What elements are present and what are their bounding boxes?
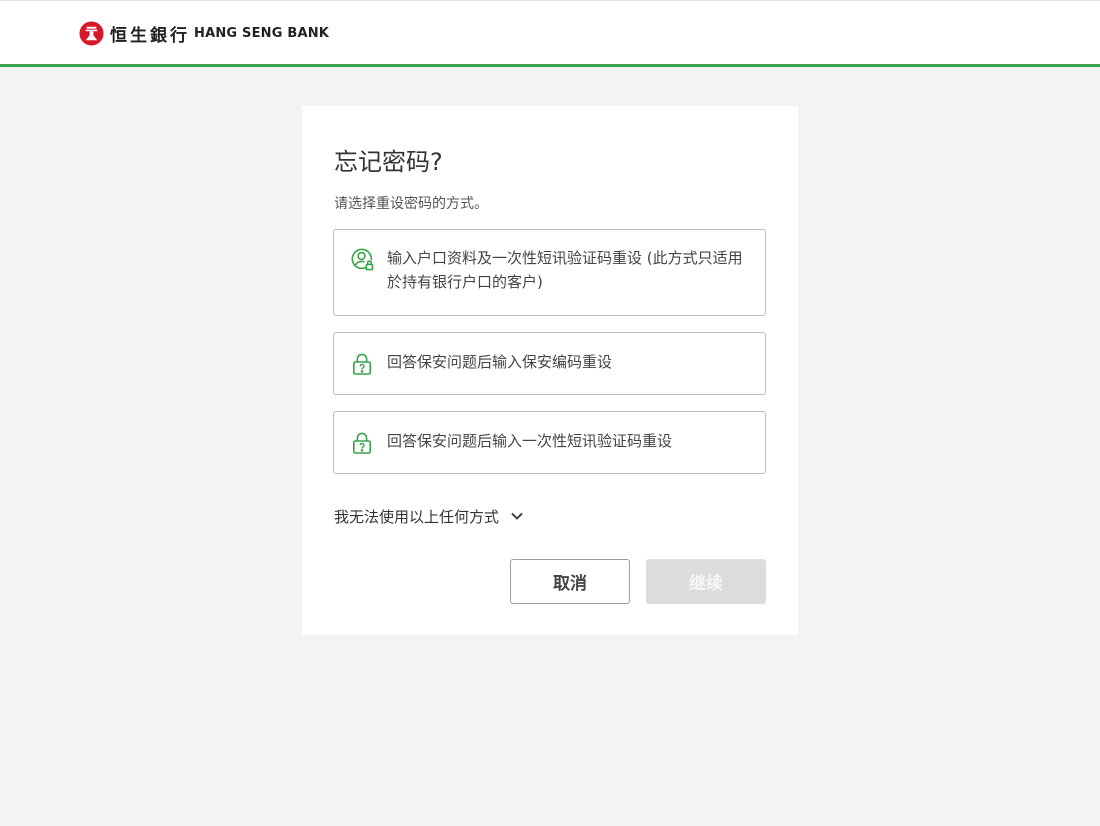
option-label: 输入户口资料及一次性短讯验证码重设 (此方式只适用於持有银行户口的客户) — [387, 249, 743, 291]
continue-button[interactable]: 继续 — [646, 559, 766, 604]
chevron-down-icon — [511, 512, 523, 520]
option-label: 回答保安问题后输入保安编码重设 — [387, 353, 613, 371]
page-title: 忘记密码? — [334, 148, 443, 176]
page-subtitle: 请选择重设密码的方式。 — [334, 196, 488, 212]
padlock-question-icon — [352, 353, 371, 375]
cancel-button[interactable]: 取消 — [510, 559, 630, 604]
reset-option-account-sms[interactable]: 输入户口资料及一次性短讯验证码重设 (此方式只适用於持有银行户口的客户) — [333, 229, 766, 316]
forgot-password-card: 忘记密码? 请选择重设密码的方式。 输入户口资料及一次性短讯验证码重设 (此方式… — [302, 106, 798, 635]
reset-option-security-code[interactable]: 回答保安问题后输入保安编码重设 — [333, 332, 766, 395]
user-lock-icon — [351, 248, 374, 271]
hang-seng-logo[interactable]: 恒生銀行 HANG SENG BANK — [79, 20, 329, 46]
cannot-use-options-expander[interactable]: 我无法使用以上任何方式 — [334, 504, 525, 528]
option-label: 回答保安问题后输入一次性短讯验证码重设 — [387, 432, 673, 450]
brand-name-chinese: 恒生銀行 — [110, 25, 190, 46]
hang-seng-logo-icon — [79, 20, 104, 46]
expander-label: 我无法使用以上任何方式 — [334, 507, 500, 526]
brand-name-english: HANG SENG BANK — [194, 25, 330, 41]
padlock-question-icon — [352, 432, 371, 454]
reset-option-security-sms[interactable]: 回答保安问题后输入一次性短讯验证码重设 — [333, 411, 766, 474]
top-header: 恒生銀行 HANG SENG BANK — [0, 0, 1100, 67]
